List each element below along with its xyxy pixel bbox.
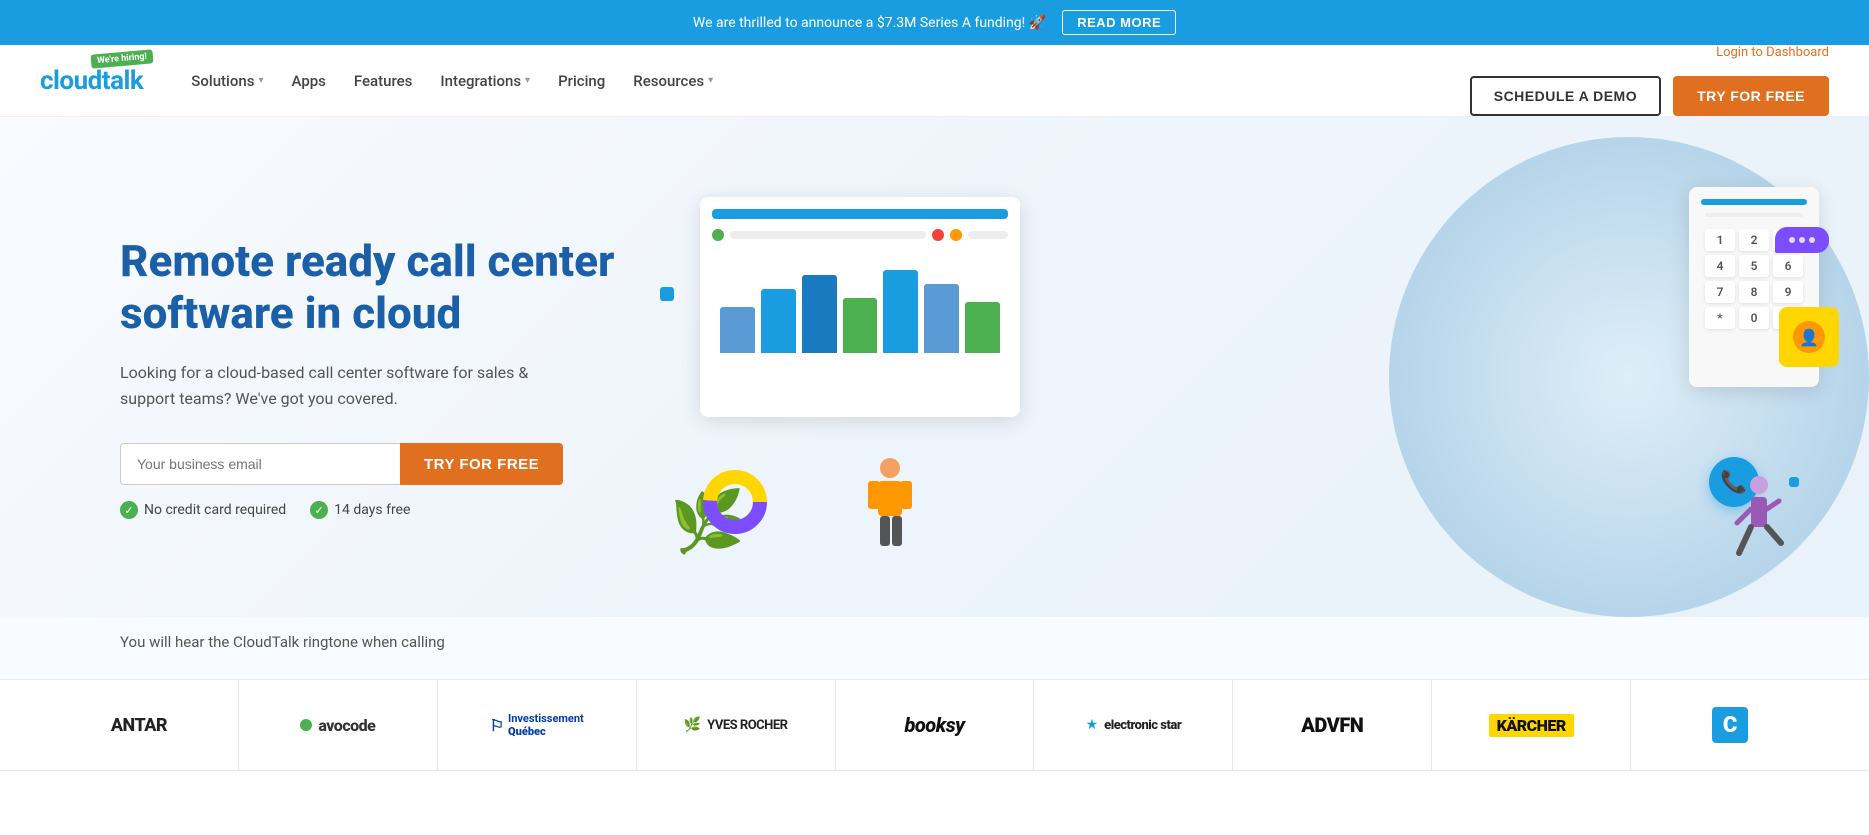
blue-square-1 <box>660 287 674 301</box>
star-icon: ★ <box>1086 717 1099 733</box>
chart-bars <box>712 253 1008 353</box>
chat-bubble <box>1775 227 1829 253</box>
hero-illustration: 1 2 3 4 5 6 7 8 9 * 0 # 👤 <box>640 167 1829 587</box>
logo-yves-rocher: 🌿 YVES ROCHER <box>637 680 836 770</box>
key-6: 6 <box>1773 255 1803 277</box>
announcement-bar: We are thrilled to announce a $7.3M Seri… <box>0 0 1869 45</box>
header: cloudtalk We're hiring! Solutions ▾ Apps… <box>0 45 1869 117</box>
avocode-logo-text: avocode <box>318 716 375 735</box>
hero-content: Remote ready call center software in clo… <box>120 235 640 520</box>
yves-rocher-logo: 🌿 YVES ROCHER <box>684 717 788 733</box>
free-days-badge: ✓ 14 days free <box>310 501 410 519</box>
electronic-star-text: electronic star <box>1104 718 1181 733</box>
hero-section: Remote ready call center software in clo… <box>0 117 1869 617</box>
key-0: 0 <box>1739 307 1769 329</box>
nav-item-resources[interactable]: Resources ▾ <box>621 64 725 98</box>
logo-investissement: ⚐ InvestissementQuébec <box>438 680 637 770</box>
logo-avocode: avocode <box>239 680 438 770</box>
nav-item-integrations[interactable]: Integrations ▾ <box>428 64 542 98</box>
electronic-star-logo: ★ electronic star <box>1086 717 1182 733</box>
logo-booksy: booksy <box>836 680 1035 770</box>
read-more-button[interactable]: READ MORE <box>1062 10 1176 35</box>
announcement-text: We are thrilled to announce a $7.3M Seri… <box>693 15 1046 31</box>
try-free-hero-button[interactable]: TRY FOR FREE <box>400 443 563 485</box>
avocode-logo: avocode <box>300 716 375 735</box>
key-8: 8 <box>1739 281 1769 303</box>
check-icon: ✓ <box>120 501 138 519</box>
key-9: 9 <box>1773 281 1803 303</box>
hero-title: Remote ready call center software in clo… <box>120 235 640 341</box>
contact-icon: 👤 <box>1793 321 1825 353</box>
chat-dot-2 <box>1799 237 1805 243</box>
schedule-demo-button[interactable]: SCHEDULE A DEMO <box>1470 76 1661 116</box>
nav-item-features[interactable]: Features <box>342 64 424 98</box>
logo-karcher: KÄRCHER <box>1432 680 1631 770</box>
nav-item-pricing[interactable]: Pricing <box>546 64 617 98</box>
dot-red <box>932 229 944 241</box>
dot-green <box>712 229 724 241</box>
chevron-down-icon: ▾ <box>525 75 530 86</box>
contact-card: 👤 <box>1779 307 1839 367</box>
yves-rocher-text: YVES ROCHER <box>707 718 787 733</box>
karcher-logo: KÄRCHER <box>1489 714 1574 737</box>
login-link[interactable]: Login to Dashboard <box>1716 45 1829 60</box>
email-form: TRY FOR FREE <box>120 443 640 485</box>
key-4: 4 <box>1705 255 1735 277</box>
invest-flag-icon: ⚐ <box>490 716 504 735</box>
chevron-down-icon: ▾ <box>258 75 263 86</box>
no-credit-card-badge: ✓ No credit card required <box>120 501 286 519</box>
key-7: 7 <box>1705 281 1735 303</box>
dot-yellow <box>950 229 962 241</box>
trust-badges: ✓ No credit card required ✓ 14 days free <box>120 501 640 519</box>
logo-antar: ANTAR <box>40 680 239 770</box>
karcher-logo-text: KÄRCHER <box>1497 716 1566 735</box>
avocode-dot-icon <box>300 719 312 731</box>
hero-subtitle: Looking for a cloud-based call center so… <box>120 360 540 411</box>
keypad-header <box>1701 199 1807 205</box>
header-right: Login to Dashboard SCHEDULE A DEMO TRY F… <box>1470 45 1829 116</box>
running-person <box>1729 473 1789 577</box>
chat-dot-3 <box>1809 237 1815 243</box>
nav-item-apps[interactable]: Apps <box>280 64 338 98</box>
investissement-logo: ⚐ InvestissementQuébec <box>490 712 584 738</box>
key-5: 5 <box>1739 255 1769 277</box>
antar-logo-text: ANTAR <box>111 715 167 736</box>
check-icon: ✓ <box>310 501 328 519</box>
hiring-badge: We're hiring! <box>91 49 154 68</box>
chevron-down-icon: ▾ <box>708 75 713 86</box>
person-figure <box>860 453 920 557</box>
logo-c: C <box>1631 680 1829 770</box>
dashboard-topbar <box>712 209 1008 219</box>
advfn-logo-text: ADVFN <box>1301 713 1363 737</box>
c-logo-mark: C <box>1712 707 1748 743</box>
logo-area: cloudtalk We're hiring! <box>40 66 143 96</box>
header-buttons: SCHEDULE A DEMO TRY FOR FREE <box>1470 76 1829 116</box>
blue-square-2 <box>1789 477 1799 487</box>
dashboard-dots <box>712 229 1008 241</box>
logo[interactable]: cloudtalk <box>40 66 143 96</box>
logo-strip: ANTAR avocode ⚐ InvestissementQuébec 🌿 Y… <box>0 679 1869 771</box>
logo-advfn: ADVFN <box>1233 680 1432 770</box>
try-free-header-button[interactable]: TRY FOR FREE <box>1673 76 1829 116</box>
key-2: 2 <box>1739 229 1769 251</box>
main-nav: Solutions ▾ Apps Features Integrations ▾… <box>179 64 1469 98</box>
booksy-logo-text: booksy <box>904 713 964 737</box>
dashboard-card <box>700 197 1020 417</box>
ringtone-section: You will hear the CloudTalk ringtone whe… <box>0 617 1869 679</box>
key-1: 1 <box>1705 229 1735 251</box>
ringtone-text: You will hear the CloudTalk ringtone whe… <box>120 633 1829 651</box>
logo-electronic-star: ★ electronic star <box>1034 680 1233 770</box>
email-input[interactable] <box>120 443 400 485</box>
donut-decoration <box>700 467 770 537</box>
leaf-icon: 🌿 <box>684 717 701 733</box>
nav-item-solutions[interactable]: Solutions ▾ <box>179 64 275 98</box>
key-star: * <box>1705 307 1735 329</box>
chat-dot-1 <box>1789 237 1795 243</box>
